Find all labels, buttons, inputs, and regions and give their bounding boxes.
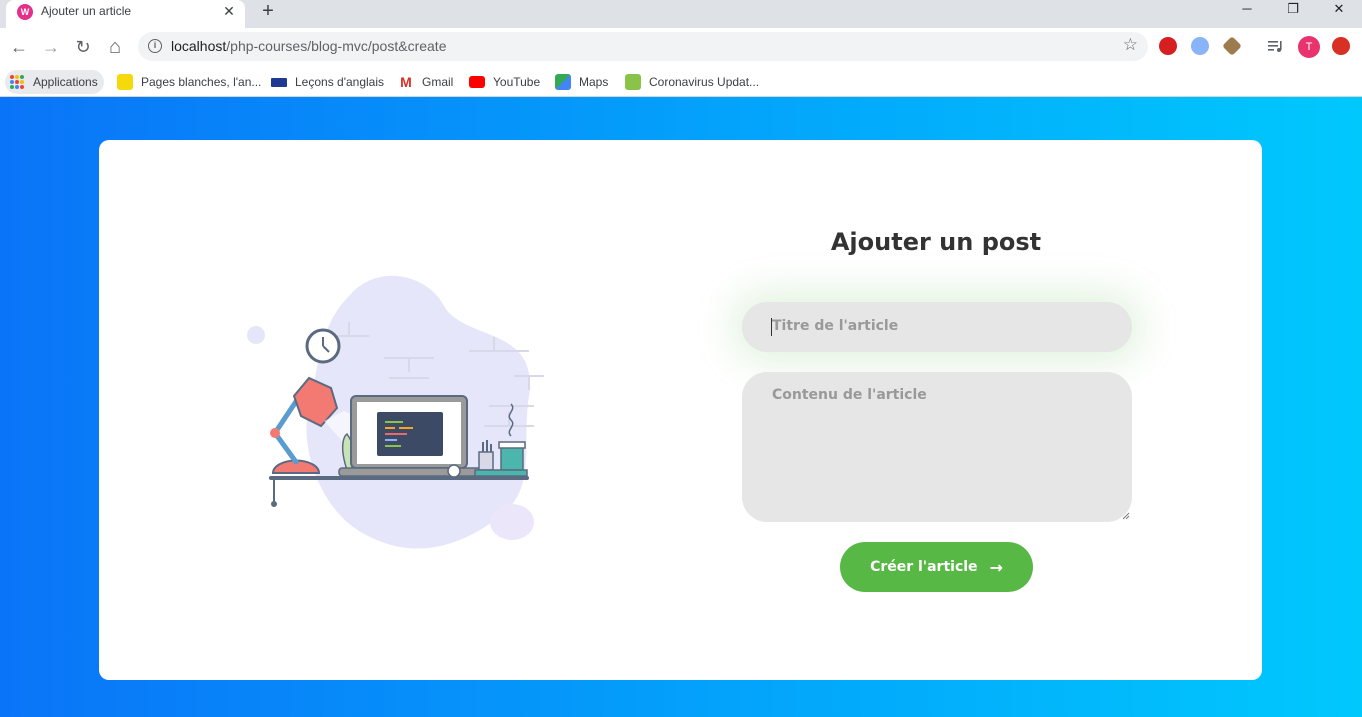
reload-button[interactable]: ↻	[70, 34, 96, 60]
update-menu-icon[interactable]	[1332, 37, 1350, 55]
bookmark-youtube[interactable]: YouTube	[469, 70, 540, 94]
form-card: Ajouter un post Titre de l'article Conte…	[99, 140, 1262, 680]
gmail-icon: M	[400, 74, 412, 90]
pages-blanches-icon	[117, 74, 133, 90]
tab-strip: W Ajouter un article ✕ + ─ ❐ ✕	[0, 0, 1362, 28]
bookmark-lecons-anglais[interactable]: Leçons d'anglais	[271, 70, 384, 94]
title-placeholder: Titre de l'article	[772, 318, 899, 334]
apps-grid-icon	[10, 75, 24, 89]
address-bar[interactable]: i localhost/php-courses/blog-mvc/post&cr…	[138, 32, 1148, 61]
bookmark-star-icon[interactable]: ☆	[1123, 35, 1138, 55]
profile-avatar[interactable]: T	[1298, 36, 1320, 58]
adblock-extension-icon[interactable]	[1159, 37, 1177, 55]
bookmark-gmail[interactable]: M Gmail	[398, 70, 453, 94]
bookmark-applications[interactable]: Applications	[5, 70, 104, 94]
bookmarks-bar: Applications Pages blanches, l'an... Leç…	[0, 65, 1362, 97]
resize-grip-icon[interactable]	[1122, 512, 1130, 520]
back-button[interactable]: ←	[6, 34, 32, 60]
create-article-label: Créer l'article	[870, 559, 978, 575]
eyedropper-extension-icon[interactable]	[1222, 36, 1242, 56]
info-icon[interactable]: i	[148, 39, 162, 53]
page-title: Ajouter un post	[830, 228, 1042, 256]
browser-toolbar: ← → ↻ ⌂ i localhost/php-courses/blog-mvc…	[0, 28, 1362, 65]
plus-icon[interactable]: +	[258, 1, 278, 21]
arrow-right-icon: →	[989, 557, 1003, 577]
content-placeholder: Contenu de l'article	[772, 387, 927, 403]
page-background: Ajouter un post Titre de l'article Conte…	[0, 97, 1362, 717]
maps-icon	[555, 74, 571, 90]
info-extension-icon[interactable]	[1191, 37, 1209, 55]
url-text: localhost/php-courses/blog-mvc/post&crea…	[171, 38, 447, 54]
tab-title: Ajouter un article	[41, 4, 132, 18]
restore-button[interactable]: ❐	[1270, 0, 1316, 22]
youtube-icon	[469, 76, 485, 88]
bookmark-maps[interactable]: Maps	[555, 70, 608, 94]
media-queue-icon[interactable]	[1267, 38, 1285, 54]
minimize-button[interactable]: ─	[1224, 0, 1270, 22]
flag-uk-icon	[271, 77, 287, 87]
bookmark-pages-blanches[interactable]: Pages blanches, l'an...	[117, 70, 261, 94]
window-close-button[interactable]: ✕	[1316, 0, 1362, 22]
browser-tab[interactable]: W Ajouter un article ✕	[6, 0, 245, 28]
workspace-illustration	[247, 275, 544, 549]
title-input[interactable]: Titre de l'article	[742, 302, 1132, 352]
wamp-icon: W	[17, 4, 33, 20]
worldometer-icon	[625, 74, 641, 90]
bookmark-coronavirus[interactable]: Coronavirus Updat...	[625, 70, 759, 94]
close-icon[interactable]: ✕	[221, 3, 237, 19]
forward-button[interactable]: →	[38, 34, 64, 60]
home-button[interactable]: ⌂	[102, 34, 128, 60]
create-article-button[interactable]: Créer l'article →	[840, 542, 1033, 592]
content-textarea[interactable]: Contenu de l'article	[742, 372, 1132, 522]
